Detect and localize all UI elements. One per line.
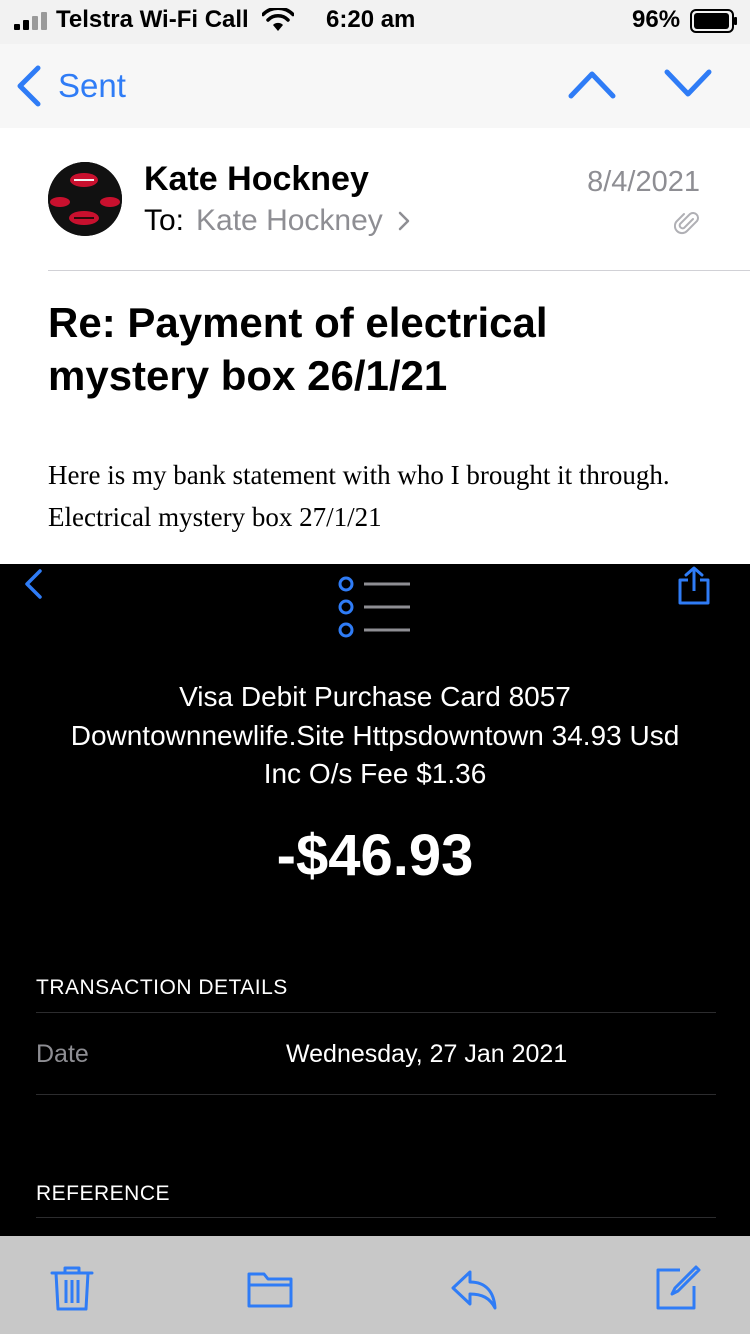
header-divider: [48, 270, 750, 271]
mail-body-line: Here is my bank statement with who I bro…: [48, 460, 670, 490]
folder-icon[interactable]: [246, 1264, 294, 1312]
avatar[interactable]: [48, 162, 122, 236]
status-time: 6:20 am: [326, 6, 416, 33]
reference-separator: [36, 1217, 716, 1218]
to-label: To:: [144, 204, 185, 237]
wifi-icon: [262, 8, 294, 31]
mail-date: 8/4/2021: [587, 166, 700, 198]
date-label: Date: [36, 1040, 89, 1068]
transaction-details-heading: TRANSACTION DETAILS: [36, 976, 288, 999]
chevron-left-icon: [25, 569, 42, 599]
chevron-up-icon[interactable]: [568, 68, 616, 100]
date-value: Wednesday, 27 Jan 2021: [286, 1040, 568, 1068]
details-separator: [36, 1094, 716, 1095]
transaction-amount: -$46.93: [276, 823, 474, 888]
reply-icon[interactable]: [450, 1264, 498, 1312]
reference-heading: REFERENCE: [36, 1182, 171, 1205]
mail-header: Kate Hockney To: Kate Hockney 8/4/2021: [0, 128, 750, 272]
carrier-name: Telstra Wi-Fi Call: [56, 6, 249, 33]
battery-percent: 96%: [632, 6, 681, 33]
details-separator: [36, 1012, 716, 1013]
transaction-description: Visa Debit Purchase Card 8057 Downtownne…: [20, 678, 730, 794]
mail-body-line: Electrical mystery box 27/1/21: [48, 502, 382, 532]
transaction-description-line: Inc O/s Fee $1.36: [263, 758, 487, 789]
sender-name[interactable]: Kate Hockney: [144, 160, 369, 199]
transaction-description-line: Downtownnewlife.Site Httpsdowntown 34.93…: [70, 719, 680, 751]
recipient-row: To: Kate Hockney: [144, 204, 411, 238]
paperclip-icon: [674, 212, 699, 235]
trash-icon[interactable]: [48, 1264, 96, 1312]
back-button[interactable]: Sent: [16, 64, 126, 108]
chevron-down-icon[interactable]: [664, 68, 712, 100]
mail-body: Here is my bank statement with who I bro…: [48, 454, 718, 538]
cellular-signal-icon: [14, 12, 47, 30]
share-icon: [678, 566, 710, 605]
nav-bar: Sent: [0, 44, 750, 128]
chevron-right-icon[interactable]: [397, 210, 411, 232]
bottom-toolbar: [0, 1236, 750, 1334]
avatar-image: [48, 162, 122, 236]
list-icon: [338, 576, 410, 638]
recipient-name[interactable]: Kate Hockney: [196, 204, 383, 238]
compose-icon[interactable]: [654, 1264, 702, 1312]
mail-subject: Re: Payment of electrical mystery box 26…: [48, 299, 548, 399]
chevron-left-icon: [17, 65, 41, 107]
back-label: Sent: [58, 67, 126, 104]
battery-icon: [690, 9, 737, 33]
transaction-description-line: Visa Debit Purchase Card 8057: [179, 681, 571, 712]
status-bar: Telstra Wi-Fi Call 6:20 am 96%: [0, 0, 750, 44]
bank-statement-image[interactable]: Visa Debit Purchase Card 8057 Downtownne…: [0, 564, 750, 1236]
